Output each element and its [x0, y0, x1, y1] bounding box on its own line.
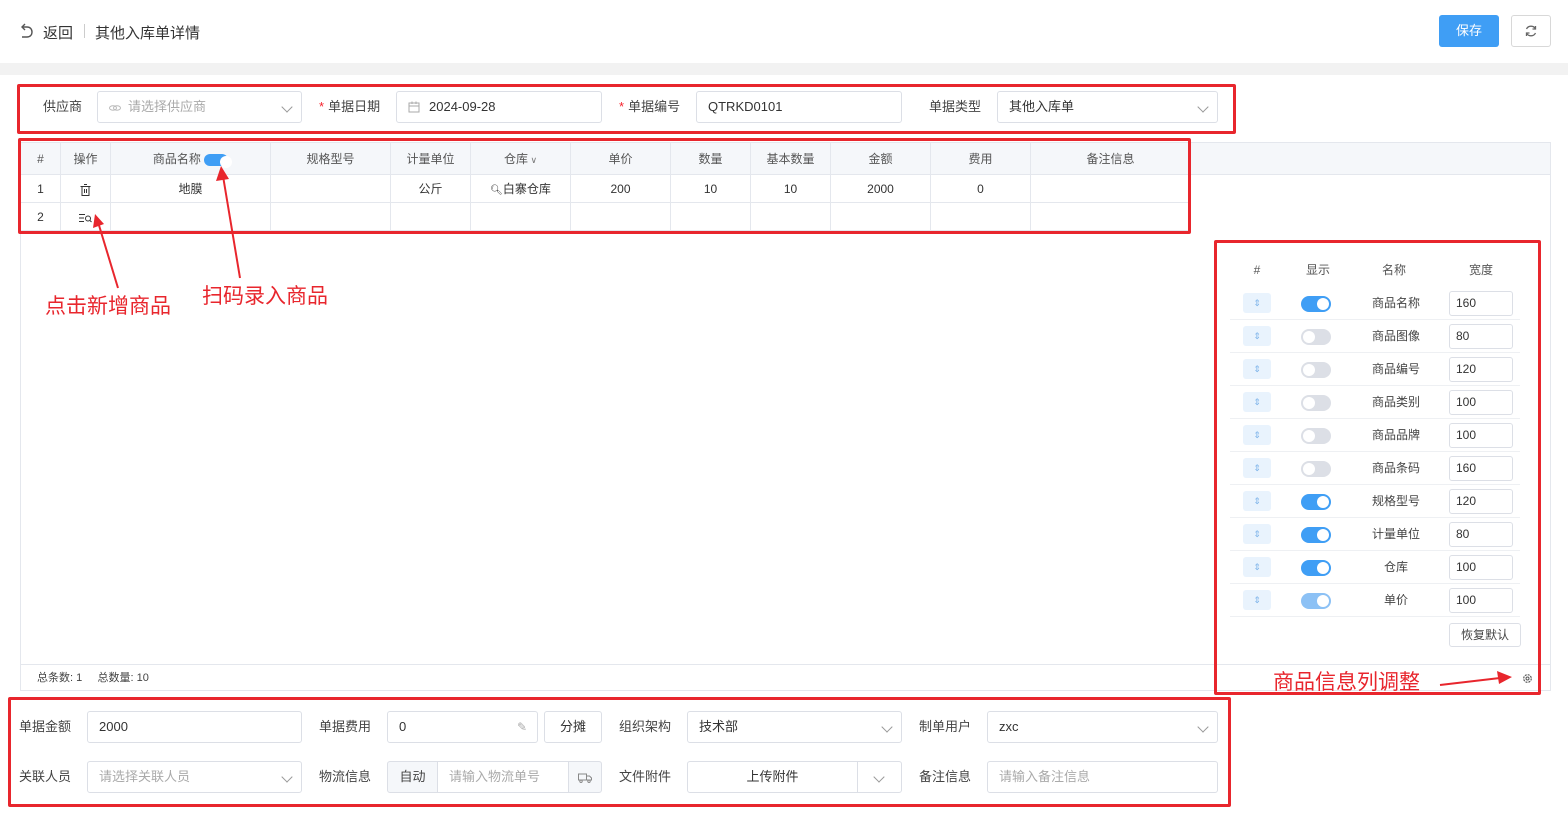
- annotation-scan-product: 扫码录入商品: [202, 285, 328, 308]
- annotation-column-adjust: 商品信息列调整: [1273, 671, 1420, 694]
- annotation-arrows: [93, 166, 1512, 686]
- annotation-add-product: 点击新增商品: [45, 295, 171, 318]
